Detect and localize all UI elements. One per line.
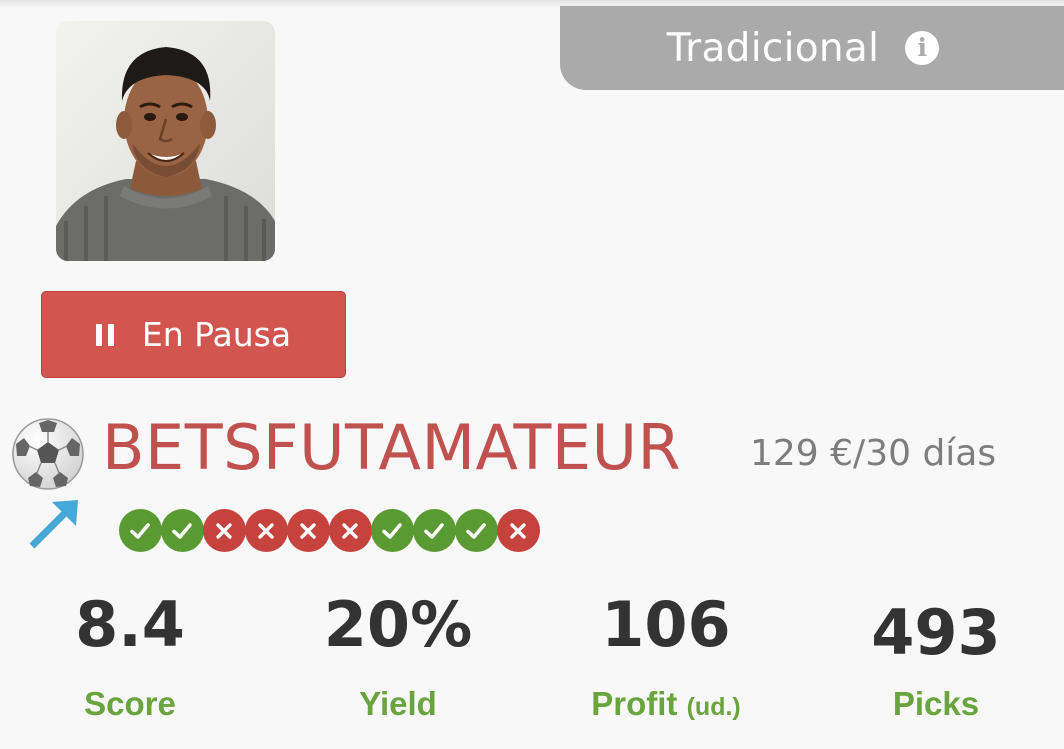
trend-up-arrow-icon xyxy=(29,500,78,549)
result-win-badge xyxy=(454,509,498,552)
tab-label: Tradicional xyxy=(666,25,880,71)
close-icon xyxy=(300,522,316,539)
tab-tradicional[interactable]: Tradicional i xyxy=(560,6,1064,90)
stat-score: 8.4 Score xyxy=(20,585,240,722)
close-icon xyxy=(258,522,274,539)
check-icon xyxy=(466,522,486,539)
check-icon xyxy=(424,522,444,539)
check-icon xyxy=(382,522,402,539)
pause-status-label: En Pausa xyxy=(141,315,292,354)
close-icon xyxy=(510,522,526,539)
check-icon xyxy=(130,522,150,539)
stat-profit-unit: (ud.) xyxy=(686,693,741,721)
stat-picks: 493 Picks xyxy=(826,585,1046,722)
pause-icon xyxy=(95,323,114,346)
stat-profit: 106 Profit (ud.) xyxy=(556,585,776,722)
result-win-badge xyxy=(160,509,204,552)
stat-yield-value: 20% xyxy=(323,588,473,661)
stat-score-label: Score xyxy=(84,685,176,722)
pause-status-button[interactable]: En Pausa xyxy=(41,291,346,378)
stat-score-value: 8.4 xyxy=(75,588,185,661)
result-loss-badge xyxy=(244,509,288,552)
stat-yield-label: Yield xyxy=(359,685,437,722)
info-icon[interactable]: i xyxy=(905,31,940,65)
result-loss-badge xyxy=(202,509,246,552)
stat-yield: 20% Yield xyxy=(288,585,508,722)
stat-profit-label: Profit (ud.) xyxy=(591,685,741,722)
avatar[interactable] xyxy=(56,21,275,261)
subscription-price: 129 €/30 días xyxy=(750,433,997,474)
close-icon xyxy=(216,522,232,539)
result-loss-badge xyxy=(286,509,330,552)
result-win-badge xyxy=(412,509,456,552)
recent-results xyxy=(118,509,540,552)
result-loss-badge xyxy=(328,509,372,552)
check-icon xyxy=(172,522,192,539)
soccer-ball-icon xyxy=(12,418,84,490)
tipster-name[interactable]: BETSFUTAMATEUR xyxy=(102,410,681,486)
close-icon xyxy=(342,522,358,539)
stat-profit-value: 106 xyxy=(601,588,731,661)
stat-picks-label: Picks xyxy=(892,685,980,722)
result-win-badge xyxy=(118,509,162,552)
result-loss-badge xyxy=(496,509,540,552)
result-win-badge xyxy=(370,509,414,552)
stat-picks-value: 493 xyxy=(871,596,1001,669)
